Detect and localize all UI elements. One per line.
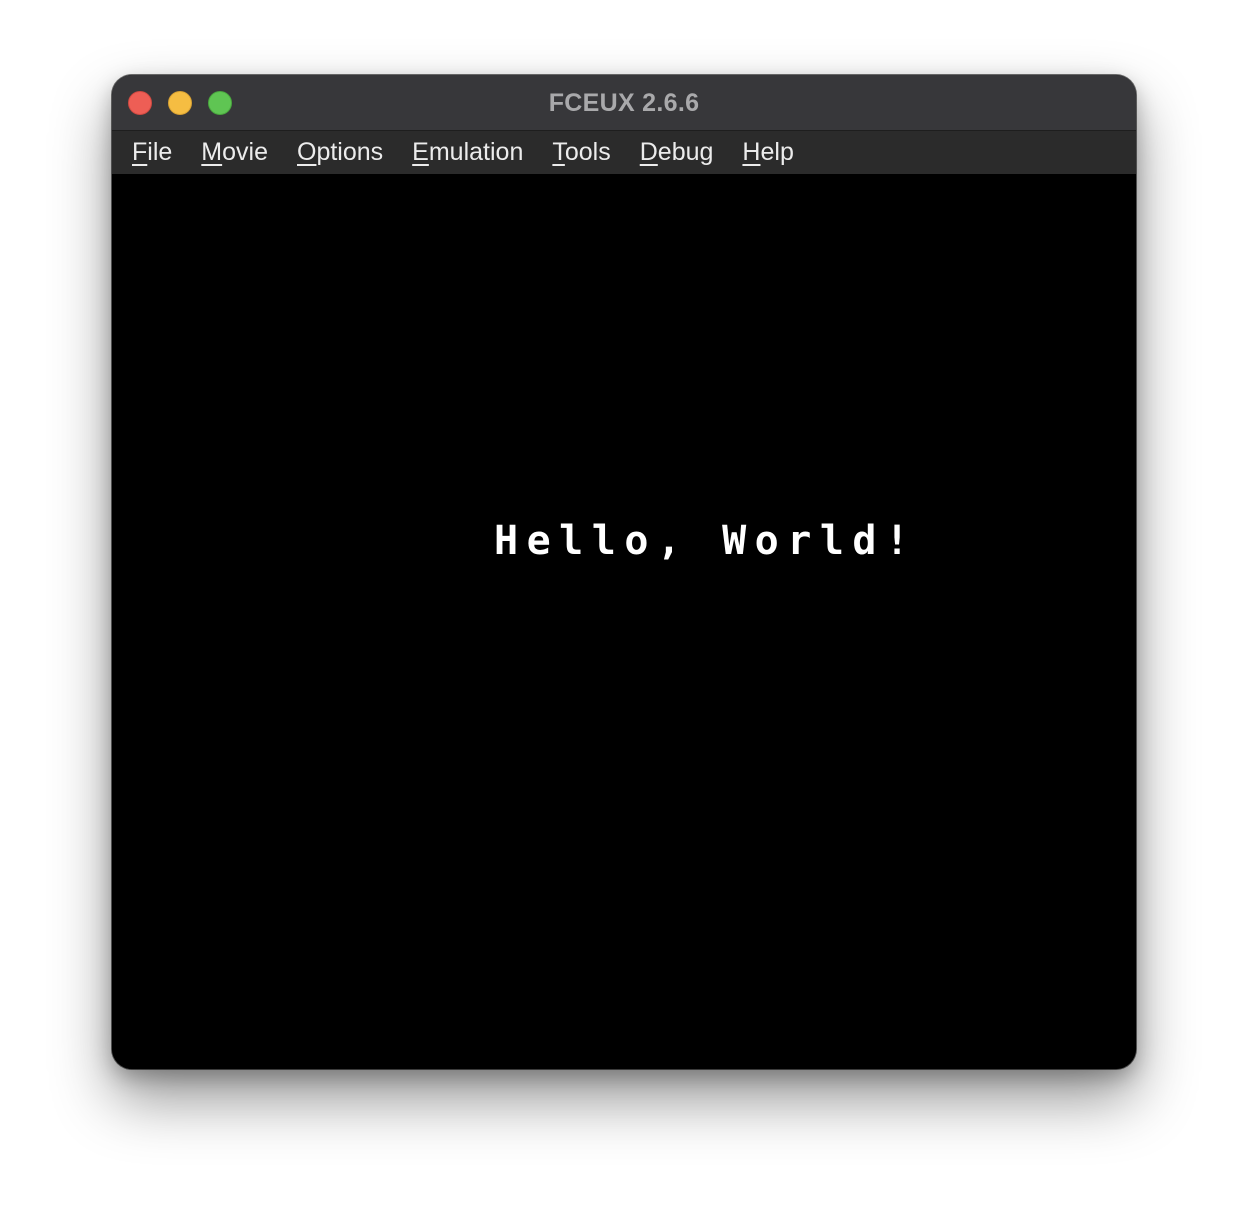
- menu-emulation-mnemonic: E: [412, 138, 429, 166]
- menu-file[interactable]: File: [132, 131, 172, 174]
- menu-debug-mnemonic: D: [639, 138, 658, 166]
- emulator-window: FCEUX 2.6.6 File Movie Options Emulation…: [112, 75, 1136, 1069]
- menu-tools-label: ools: [564, 138, 611, 166]
- menu-movie-label: ovie: [222, 138, 268, 166]
- menu-emulation[interactable]: Emulation: [412, 131, 523, 174]
- menu-options[interactable]: Options: [297, 131, 383, 174]
- title-bar[interactable]: FCEUX 2.6.6: [112, 75, 1136, 131]
- menu-emulation-label: mulation: [428, 138, 524, 166]
- menu-options-label: ptions: [316, 138, 384, 166]
- hello-world-text: Hello, World!: [494, 518, 918, 564]
- window-title: FCEUX 2.6.6: [548, 89, 700, 117]
- menu-bar: File Movie Options Emulation Tools Debug…: [112, 131, 1136, 174]
- game-screen[interactable]: Hello, World!: [112, 174, 1136, 1069]
- menu-options-mnemonic: O: [297, 138, 317, 166]
- menu-help-label: elp: [760, 138, 794, 166]
- menu-movie[interactable]: Movie: [201, 131, 268, 174]
- menu-movie-mnemonic: M: [201, 138, 223, 166]
- menu-file-mnemonic: F: [132, 138, 148, 166]
- menu-help-mnemonic: H: [742, 138, 761, 166]
- menu-debug-label: ebug: [657, 138, 714, 166]
- menu-debug[interactable]: Debug: [640, 131, 714, 174]
- menu-help[interactable]: Help: [742, 131, 793, 174]
- menu-file-label: ile: [147, 138, 173, 166]
- menu-tools[interactable]: Tools: [552, 131, 610, 174]
- menu-tools-mnemonic: T: [552, 138, 565, 166]
